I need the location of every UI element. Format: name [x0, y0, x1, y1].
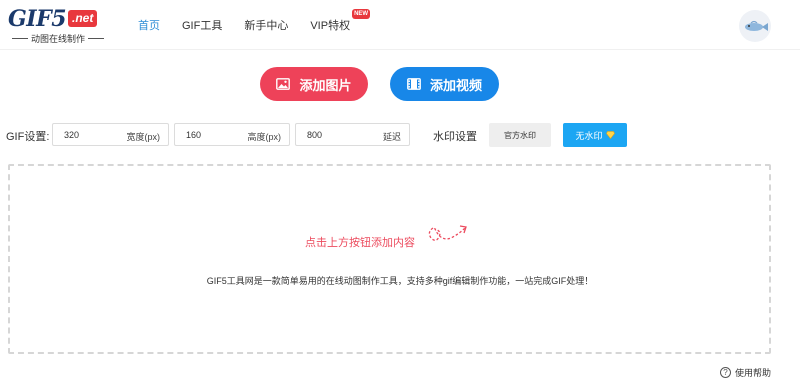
arrow-icon: [428, 225, 467, 241]
top-header: GIF5 .net 动图在线制作 首页 GIF工具 新手中心 VIP特权 NEW: [0, 0, 800, 50]
logo-tagline: 动图在线制作: [30, 34, 85, 44]
diamond-icon: [605, 131, 615, 139]
content-drop-area[interactable]: [8, 164, 771, 354]
add-content-hint: 点击上方按钮添加内容: [305, 237, 415, 249]
nav-item-vip-label: VIP特权: [310, 20, 351, 32]
site-logo[interactable]: GIF5 .net 动图在线制作: [8, 6, 108, 44]
site-description: GIF5工具网是一款简单易用的在线动图制作工具，支持多种gif编辑制作功能，一站…: [206, 276, 594, 286]
logo-net-badge: .net: [68, 10, 98, 27]
height-unit: 高度(px): [247, 132, 282, 142]
nav-item-home[interactable]: 首页: [138, 17, 160, 33]
fish-avatar-icon: [745, 20, 768, 31]
watermark-settings-label: 水印设置: [433, 131, 477, 143]
film-icon: [407, 78, 421, 90]
official-watermark-label: 官方水印: [504, 130, 536, 140]
width-unit: 宽度(px): [126, 132, 161, 142]
user-avatar[interactable]: [739, 10, 771, 42]
nav-item-beginner-center[interactable]: 新手中心: [244, 17, 288, 33]
add-video-label: 添加视频: [429, 77, 482, 93]
nav-item-vip[interactable]: VIP特权 NEW: [310, 9, 371, 33]
main-nav: 首页 GIF工具 新手中心 VIP特权 NEW: [138, 0, 371, 50]
add-image-label: 添加图片: [299, 77, 352, 93]
official-watermark-button[interactable]: 官方水印: [489, 123, 551, 147]
gif-settings-label: GIF设置:: [6, 131, 50, 143]
nav-item-gif-tools[interactable]: GIF工具: [182, 17, 222, 33]
help-link[interactable]: ? 使用帮助: [720, 366, 771, 379]
width-value: 320: [64, 130, 80, 140]
height-value: 160: [186, 130, 202, 140]
width-field[interactable]: 320 宽度(px): [52, 123, 169, 146]
add-image-button[interactable]: 添加图片: [260, 67, 368, 101]
no-watermark-label: 无水印: [575, 130, 603, 141]
new-badge: NEW: [352, 9, 371, 19]
add-video-button[interactable]: 添加视频: [390, 67, 499, 101]
height-field[interactable]: 160 高度(px): [174, 123, 290, 146]
logo-text: GIF5: [8, 6, 67, 32]
delay-value: 800: [307, 130, 323, 140]
delay-field[interactable]: 800 延迟: [295, 123, 410, 146]
question-icon: ?: [720, 367, 731, 378]
tagline-dash-right: [88, 38, 104, 39]
no-watermark-button[interactable]: 无水印: [563, 123, 627, 147]
tagline-dash-left: [11, 38, 28, 39]
delay-unit: 延迟: [382, 132, 401, 142]
help-label: 使用帮助: [735, 368, 772, 378]
logo-tagline-row: 动图在线制作: [8, 32, 108, 45]
image-icon: [276, 78, 291, 90]
